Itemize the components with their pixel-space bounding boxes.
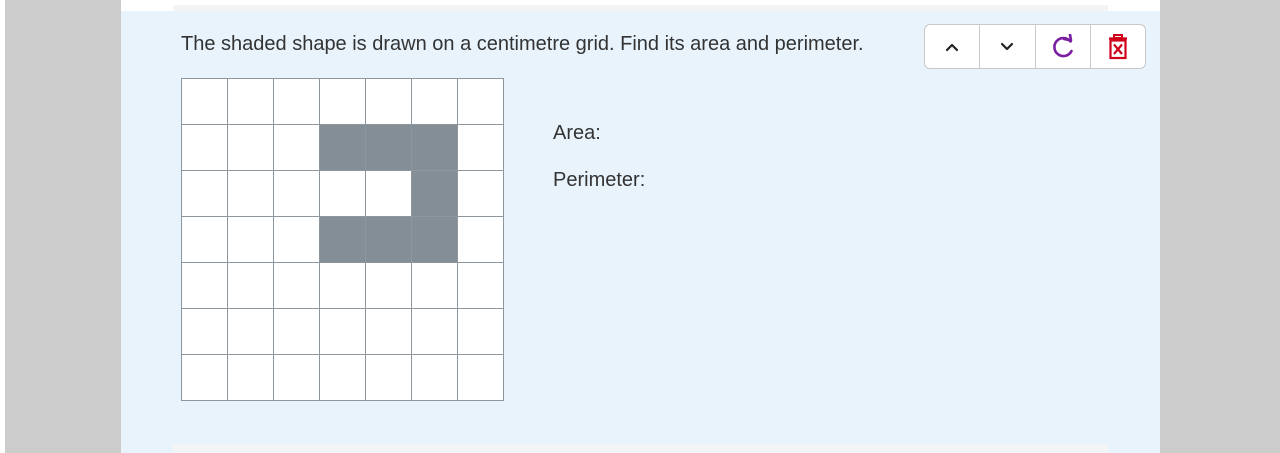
grid-cell [457,262,504,309]
grid-cell-shaded [319,216,366,263]
grid-cell [411,78,458,125]
grid-cell [181,216,228,263]
grid-cell [273,124,320,171]
grid-cell [227,354,274,401]
grid-cell [181,262,228,309]
grid-row [181,216,504,263]
delete-button[interactable] [1089,25,1145,68]
perimeter-label: Perimeter: [553,169,646,191]
move-up-button[interactable] [925,25,979,68]
grid-cell [273,170,320,217]
grid-cell [457,216,504,263]
grid-cell [319,170,366,217]
grid-cell [457,124,504,171]
grid-cell [227,124,274,171]
move-down-button[interactable] [979,25,1034,68]
grid-cell-shaded [365,216,412,263]
grid-cell [273,308,320,355]
grid-cell [365,308,412,355]
grid-cell-shaded [365,124,412,171]
grid-cell [273,262,320,309]
centimetre-grid [181,78,504,401]
grid-cell [457,308,504,355]
grid-cell [181,354,228,401]
right-gutter [1160,0,1280,453]
grid-cell [319,78,366,125]
question-text: The shaded shape is drawn on a centimetr… [181,33,864,55]
question-toolbar [924,24,1146,69]
grid-cell [411,262,458,309]
grid-cell [181,170,228,217]
grid-cell [227,308,274,355]
grid-cell [181,78,228,125]
grid-row [181,262,504,309]
grid-cell [457,78,504,125]
grid-cell [273,354,320,401]
grid-cell-shaded [411,124,458,171]
area-label: Area: [553,122,601,144]
grid-cell [227,216,274,263]
grid-cell [181,308,228,355]
grid-cell-shaded [411,170,458,217]
grid-cell [457,170,504,217]
chevron-down-icon [1001,42,1014,50]
grid-row [181,308,504,355]
grid-cell [411,354,458,401]
grid-cell [365,170,412,217]
grid-cell-shaded [319,124,366,171]
grid-cell [411,308,458,355]
grid-cell [273,78,320,125]
chevron-up-icon [946,43,959,51]
grid-cell-shaded [411,216,458,263]
grid-row [181,170,504,217]
delete-icon [1108,33,1127,59]
grid-cell [319,262,366,309]
grid-cell [457,354,504,401]
grid-cell [319,354,366,401]
refresh-icon [1052,33,1073,57]
grid-cell [365,262,412,309]
grid-cell [227,262,274,309]
refresh-button[interactable] [1034,25,1090,68]
grid-cell [227,78,274,125]
left-gutter [5,0,121,453]
grid-cell [181,124,228,171]
grid-cell [227,170,274,217]
top-strip [173,5,1108,11]
grid-cell [365,78,412,125]
grid-cell [319,308,366,355]
bottom-strip [173,444,1108,453]
grid-row [181,78,504,125]
grid-cell [273,216,320,263]
grid-row [181,124,504,171]
grid-cell [365,354,412,401]
grid-row [181,354,504,401]
